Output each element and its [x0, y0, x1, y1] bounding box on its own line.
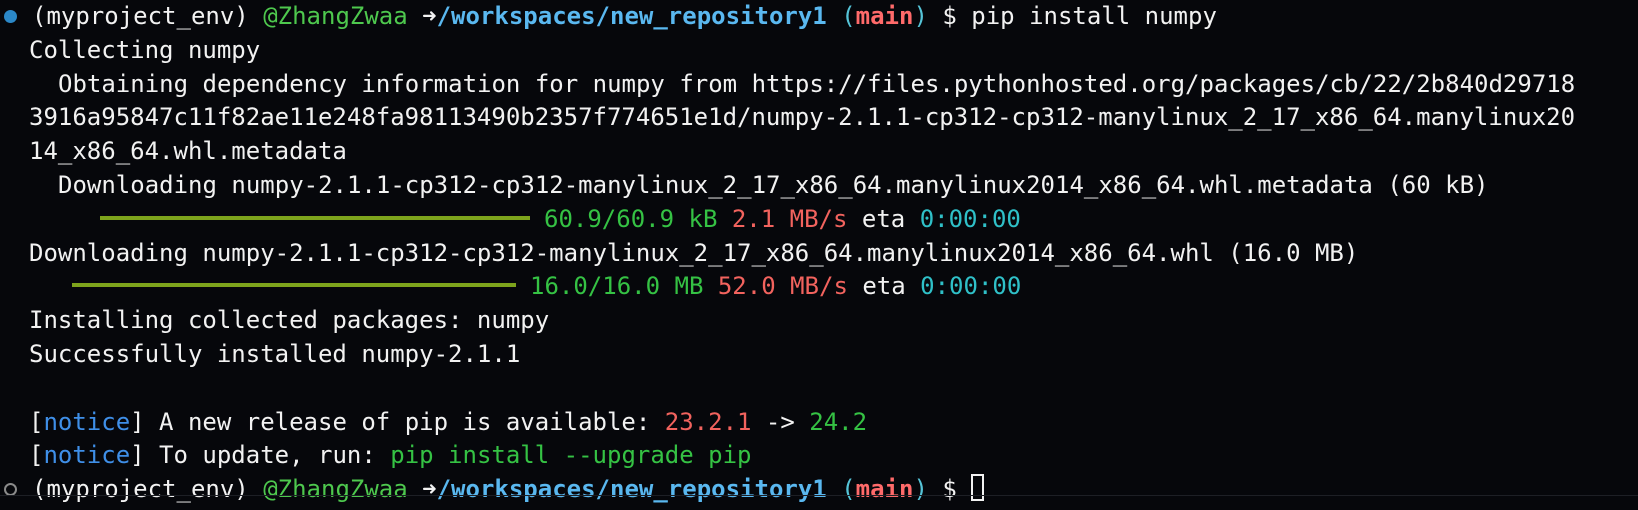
progress-bar-wheel — [72, 283, 516, 288]
progress-eta-label: eta — [861, 204, 906, 233]
notice-bracket-close: ] — [130, 407, 145, 436]
notice-bracket-close: ] — [130, 441, 145, 470]
branch-open-paren: ( — [841, 475, 856, 504]
active-prompt-line[interactable]: (myproject_env) @ZhangZwaa ➜/workspaces/… — [0, 473, 1638, 507]
entered-command: pip install numpy — [971, 2, 1217, 30]
notice-bracket-open: [ — [29, 441, 44, 470]
output-downloading-wheel: Downloading numpy-2.1.1-cp312-cp312-many… — [29, 238, 1359, 267]
pip-new-version: 24.2 — [809, 407, 868, 436]
output-installing: Installing collected packages: numpy — [29, 306, 550, 335]
command-status-dot-icon[interactable] — [4, 10, 17, 23]
prompt-user: @ZhangZwaa — [263, 2, 408, 30]
progress-line-wheel: 16.0/16.0 MB 52.0 MB/s eta 0:00:00 — [0, 270, 1638, 304]
progress-eta: 0:00:00 — [920, 272, 1022, 301]
prompt-line: (myproject_env) @ZhangZwaa ➜/workspaces/… — [0, 0, 1638, 34]
notice-tag: notice — [43, 407, 131, 436]
output-obtaining-line-2: 3916a95847c11f82ae11e248fa98113490b2357f… — [29, 103, 1576, 132]
branch-close-paren: ) — [913, 475, 928, 504]
output-collecting: Collecting numpy — [29, 35, 261, 64]
branch-close-paren: ) — [913, 2, 928, 30]
prompt-dollar: $ — [942, 475, 957, 504]
notice-text: A new release of pip is available: — [144, 407, 665, 436]
output-success: Successfully installed numpy-2.1.1 — [29, 339, 521, 368]
text-cursor[interactable] — [971, 473, 985, 501]
output-downloading-metadata: Downloading numpy-2.1.1-cp312-cp312-many… — [58, 170, 1489, 199]
progress-bar-metadata — [100, 215, 530, 220]
progress-size: 16.0/16.0 MB — [530, 272, 704, 301]
terminal-bottom-divider — [0, 495, 1638, 496]
pip-old-version: 23.2.1 — [664, 407, 752, 436]
prompt-user: @ZhangZwaa — [263, 475, 408, 504]
progress-eta: 0:00:00 — [919, 204, 1021, 233]
prompt-env: (myproject_env) — [32, 2, 249, 30]
git-branch: main — [855, 475, 914, 504]
terminal-window[interactable]: (myproject_env) @ZhangZwaa ➜/workspaces/… — [0, 0, 1638, 510]
output-obtaining-line-3: 14_x86_64.whl.metadata — [29, 137, 347, 166]
notice-new-release: [notice] A new release of pip is availab… — [0, 406, 1638, 440]
version-arrow: -> — [751, 407, 810, 436]
notice-tag: notice — [43, 441, 131, 470]
progress-line-metadata: 60.9/60.9 kB 2.1 MB/s eta 0:00:00 — [0, 203, 1638, 237]
prompt-env: (myproject_env) — [32, 475, 249, 504]
git-branch: main — [855, 2, 914, 30]
progress-size: 60.9/60.9 kB — [544, 204, 718, 233]
prompt-path: /workspaces/new_repository1 — [436, 475, 827, 504]
output-obtaining-line-1: Obtaining dependency information for num… — [58, 69, 1576, 98]
prompt-arrow-icon: ➜ — [422, 2, 437, 30]
prompt-arrow-icon: ➜ — [422, 475, 437, 504]
progress-speed: 2.1 MB/s — [731, 204, 848, 233]
prompt-dollar: $ — [942, 2, 957, 30]
notice-text: To update, run: — [144, 441, 391, 470]
branch-open-paren: ( — [841, 2, 856, 30]
notice-bracket-open: [ — [29, 407, 44, 436]
notice-update-command: [notice] To update, run: pip install --u… — [0, 439, 1638, 473]
upgrade-command: pip install --upgrade pip — [390, 441, 752, 470]
progress-eta-label: eta — [862, 272, 906, 301]
prompt-path: /workspaces/new_repository1 — [436, 2, 827, 30]
progress-speed: 52.0 MB/s — [717, 272, 848, 301]
